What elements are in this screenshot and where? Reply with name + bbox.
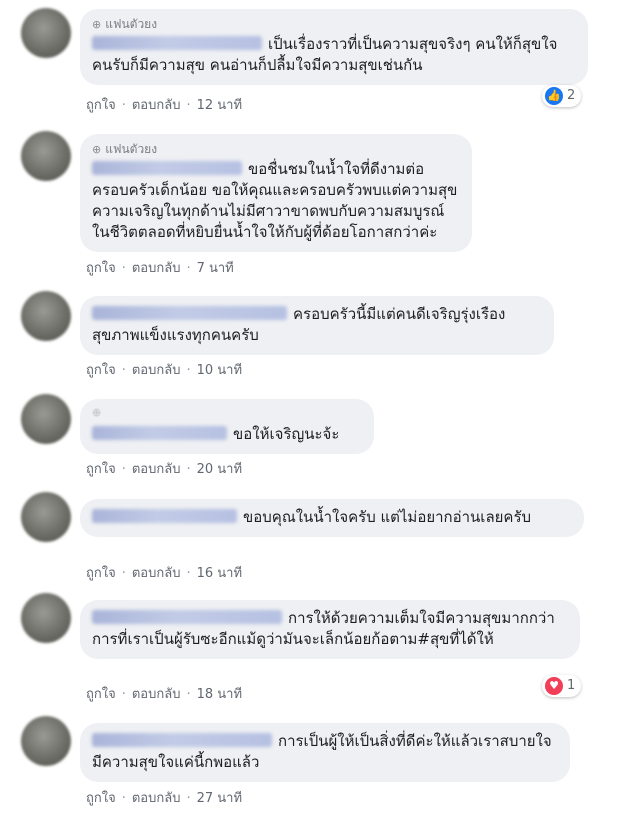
comment-actions: ถูกใจ · ตอบกลับ · 18 นาที	[86, 686, 242, 704]
like-link[interactable]: ถูกใจ	[86, 566, 116, 581]
comment-actions: ถูกใจ · ตอบกลับ · 27 นาที	[86, 790, 242, 808]
separator: ·	[121, 462, 126, 477]
reply-link[interactable]: ตอบกลับ	[132, 261, 181, 276]
like-link[interactable]: ถูกใจ	[86, 261, 116, 276]
reply-link[interactable]: ตอบกลับ	[132, 462, 181, 477]
separator: ·	[186, 462, 191, 477]
badge-label: แฟนตัวยง	[105, 142, 158, 156]
comment-text: การให้ด้วยความเต็มใจมีความสุขมากกว่าการท…	[92, 609, 555, 648]
avatar[interactable]	[21, 8, 71, 58]
timestamp[interactable]: 10 นาที	[197, 363, 242, 378]
comment-bubble: ⊕ ขอให้เจริญนะจ้ะ	[80, 399, 374, 454]
top-fan-icon: ⊕	[92, 143, 102, 156]
separator: ·	[121, 687, 126, 702]
comment-text: ขอชื่นชมในน้ำใจที่ดีงามต่อครอบครัวเด็กน้…	[92, 160, 458, 241]
timestamp[interactable]: 27 นาที	[197, 791, 242, 806]
like-link[interactable]: ถูกใจ	[86, 687, 116, 702]
reply-link[interactable]: ตอบกลับ	[132, 98, 181, 113]
comment-text: เป็นเรื่องราวที่เป็นความสุขจริงๆ คนให้ก็…	[92, 35, 558, 74]
commenter-name[interactable]	[92, 733, 272, 747]
like-link[interactable]: ถูกใจ	[86, 363, 116, 378]
comment-bubble: ⊕ แฟนตัวยง เป็นเรื่องราวที่เป็นความสุขจร…	[80, 9, 588, 85]
top-fan-badge: ⊕	[92, 405, 362, 420]
separator: ·	[186, 687, 191, 702]
separator: ·	[186, 98, 191, 113]
commenter-name[interactable]	[92, 306, 287, 320]
comment-actions: ถูกใจ · ตอบกลับ · 7 นาที	[86, 260, 234, 278]
avatar[interactable]	[21, 291, 71, 341]
comment-text: ครอบครัวนี้มีแต่คนดีเจริญรุ่งเรืองสุขภาพ…	[92, 305, 506, 344]
separator: ·	[121, 791, 126, 806]
timestamp[interactable]: 20 นาที	[197, 462, 242, 477]
separator: ·	[186, 261, 191, 276]
separator: ·	[121, 363, 126, 378]
commenter-name[interactable]	[92, 426, 227, 440]
comment-bubble: การให้ด้วยความเต็มใจมีความสุขมากกว่าการท…	[80, 600, 580, 659]
reply-link[interactable]: ตอบกลับ	[132, 566, 181, 581]
comment-text: การเป็นผู้ให้เป็นสิ่งที่ดีค่ะให้แล้วเราส…	[92, 732, 552, 771]
avatar[interactable]	[21, 716, 71, 766]
like-link[interactable]: ถูกใจ	[86, 98, 116, 113]
timestamp[interactable]: 16 นาที	[197, 566, 242, 581]
reaction-count[interactable]: ♥ 1	[542, 675, 582, 697]
top-fan-icon: ⊕	[92, 18, 102, 31]
top-fan-badge: ⊕ แฟนตัวยง	[92, 17, 576, 32]
top-fan-icon: ⊕	[92, 406, 102, 419]
commenter-name[interactable]	[92, 161, 242, 175]
comment-actions: ถูกใจ · ตอบกลับ · 10 นาที	[86, 362, 242, 380]
reaction-count[interactable]: 👍 2	[542, 85, 582, 107]
avatar[interactable]	[21, 394, 71, 444]
avatar[interactable]	[21, 593, 71, 643]
comment-text: ขอบคุณในน้ำใจครับ แต่ไม่อยากอ่านเลยครับ	[92, 507, 572, 528]
comment-bubble: ขอบคุณในน้ำใจครับ แต่ไม่อยากอ่านเลยครับ	[80, 499, 584, 537]
comment-actions: ถูกใจ · ตอบกลับ · 12 นาที	[86, 97, 242, 115]
separator: ·	[186, 566, 191, 581]
separator: ·	[121, 261, 126, 276]
reaction-count-value: 1	[567, 678, 576, 693]
timestamp[interactable]: 18 นาที	[197, 687, 242, 702]
avatar[interactable]	[21, 131, 71, 181]
badge-label: แฟนตัวยง	[105, 17, 158, 31]
comment-actions: ถูกใจ · ตอบกลับ · 20 นาที	[86, 461, 242, 479]
avatar[interactable]	[21, 492, 71, 542]
reply-link[interactable]: ตอบกลับ	[132, 363, 181, 378]
timestamp[interactable]: 12 นาที	[197, 98, 242, 113]
commenter-name[interactable]	[92, 36, 262, 50]
timestamp[interactable]: 7 นาที	[197, 261, 234, 276]
like-icon: 👍	[545, 87, 563, 105]
reply-link[interactable]: ตอบกลับ	[132, 791, 181, 806]
separator: ·	[121, 98, 126, 113]
comment-actions: ถูกใจ · ตอบกลับ · 16 นาที	[86, 565, 242, 583]
separator: ·	[186, 791, 191, 806]
comment-feed: ⊕ แฟนตัวยง เป็นเรื่องราวที่เป็นความสุขจร…	[0, 0, 640, 823]
reaction-count-value: 2	[567, 88, 576, 103]
love-icon: ♥	[545, 677, 563, 695]
separator: ·	[121, 566, 126, 581]
commenter-name[interactable]	[92, 610, 282, 624]
like-link[interactable]: ถูกใจ	[86, 791, 116, 806]
comment-bubble: ครอบครัวนี้มีแต่คนดีเจริญรุ่งเรืองสุขภาพ…	[80, 296, 554, 355]
separator: ·	[186, 363, 191, 378]
top-fan-badge: ⊕ แฟนตัวยง	[92, 142, 460, 157]
comment-bubble: การเป็นผู้ให้เป็นสิ่งที่ดีค่ะให้แล้วเราส…	[80, 723, 570, 782]
reply-link[interactable]: ตอบกลับ	[132, 687, 181, 702]
like-link[interactable]: ถูกใจ	[86, 462, 116, 477]
commenter-name[interactable]	[92, 509, 237, 523]
comment-text: ขอให้เจริญนะจ้ะ	[92, 424, 362, 445]
comment-bubble: ⊕ แฟนตัวยง ขอชื่นชมในน้ำใจที่ดีงามต่อครอ…	[80, 134, 472, 252]
